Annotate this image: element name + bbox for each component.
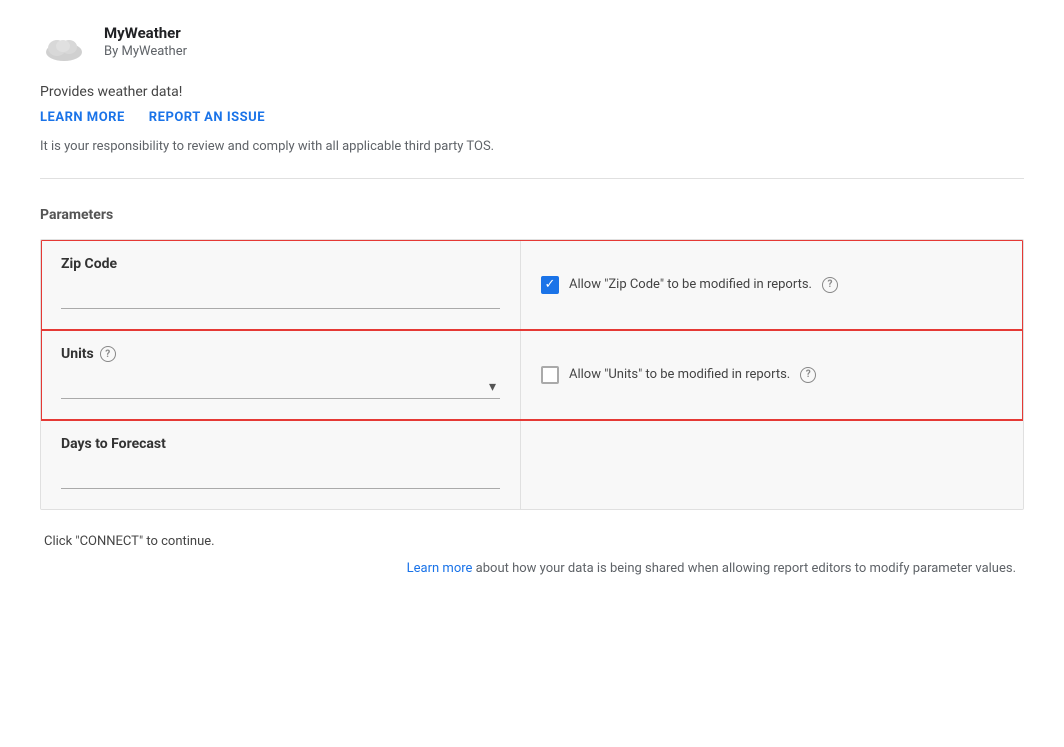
- param-left-zipcode: Zip Code: [41, 240, 521, 329]
- param-name-zipcode: Zip Code: [61, 256, 500, 272]
- tos-text: It is your responsibility to review and …: [40, 139, 1024, 154]
- param-row-zipcode: Zip Code ✓ Allow "Zip Code" to be modifi…: [41, 240, 1023, 330]
- learn-more-data-link[interactable]: Learn more: [407, 561, 473, 576]
- page-container: MyWeather By MyWeather Provides weather …: [0, 0, 1064, 616]
- report-issue-link[interactable]: REPORT AN ISSUE: [149, 110, 265, 125]
- zipcode-input[interactable]: [61, 284, 500, 309]
- connect-note: Click "CONNECT" to continue.: [40, 534, 1024, 549]
- param-right-zipcode: ✓ Allow "Zip Code" to be modified in rep…: [521, 240, 1023, 329]
- param-left-units: Units ? Imperial Metric ▾: [41, 330, 521, 419]
- param-name-units: Units ?: [61, 346, 500, 362]
- units-allow-text: Allow "Units" to be modified in reports.: [569, 367, 790, 382]
- param-left-days: Days to Forecast: [41, 420, 521, 509]
- app-icon: [40, 24, 88, 72]
- parameters-label: Parameters: [40, 207, 1024, 223]
- zipcode-checkbox[interactable]: ✓: [541, 276, 559, 294]
- days-input[interactable]: [61, 464, 500, 489]
- param-right-units: Allow "Units" to be modified in reports.…: [521, 330, 1023, 419]
- zipcode-allow-help-icon[interactable]: ?: [822, 277, 838, 293]
- units-help-icon[interactable]: ?: [100, 346, 116, 362]
- param-row-days: Days to Forecast: [41, 420, 1023, 509]
- units-checkbox[interactable]: [541, 366, 559, 384]
- units-select-wrap: Imperial Metric ▾: [61, 374, 500, 399]
- allow-row-units: Allow "Units" to be modified in reports.…: [541, 366, 816, 384]
- learn-more-suffix: about how your data is being shared when…: [472, 561, 1016, 576]
- app-by: By MyWeather: [104, 44, 187, 59]
- units-allow-help-icon[interactable]: ?: [800, 367, 816, 383]
- check-icon: ✓: [545, 278, 556, 291]
- param-name-days: Days to Forecast: [61, 436, 500, 452]
- learn-more-link[interactable]: LEARN MORE: [40, 110, 125, 125]
- app-description: Provides weather data!: [40, 84, 1024, 100]
- param-row-units: Units ? Imperial Metric ▾: [41, 330, 1023, 420]
- params-wrapper: Zip Code ✓ Allow "Zip Code" to be modifi…: [40, 239, 1024, 510]
- header-section: MyWeather By MyWeather: [40, 24, 1024, 72]
- divider: [40, 178, 1024, 179]
- links-row: LEARN MORE REPORT AN ISSUE: [40, 110, 1024, 125]
- parameters-section: Parameters Zip Code ✓ Allow "Zip Code" t…: [40, 207, 1024, 510]
- app-title: MyWeather: [104, 24, 187, 42]
- units-select[interactable]: Imperial Metric: [61, 374, 500, 399]
- zipcode-allow-text: Allow "Zip Code" to be modified in repor…: [569, 277, 812, 292]
- param-right-days: [521, 420, 1023, 509]
- allow-row-zipcode: ✓ Allow "Zip Code" to be modified in rep…: [541, 276, 838, 294]
- bottom-learn-more: Learn more about how your data is being …: [40, 561, 1024, 576]
- app-info: MyWeather By MyWeather: [104, 24, 187, 59]
